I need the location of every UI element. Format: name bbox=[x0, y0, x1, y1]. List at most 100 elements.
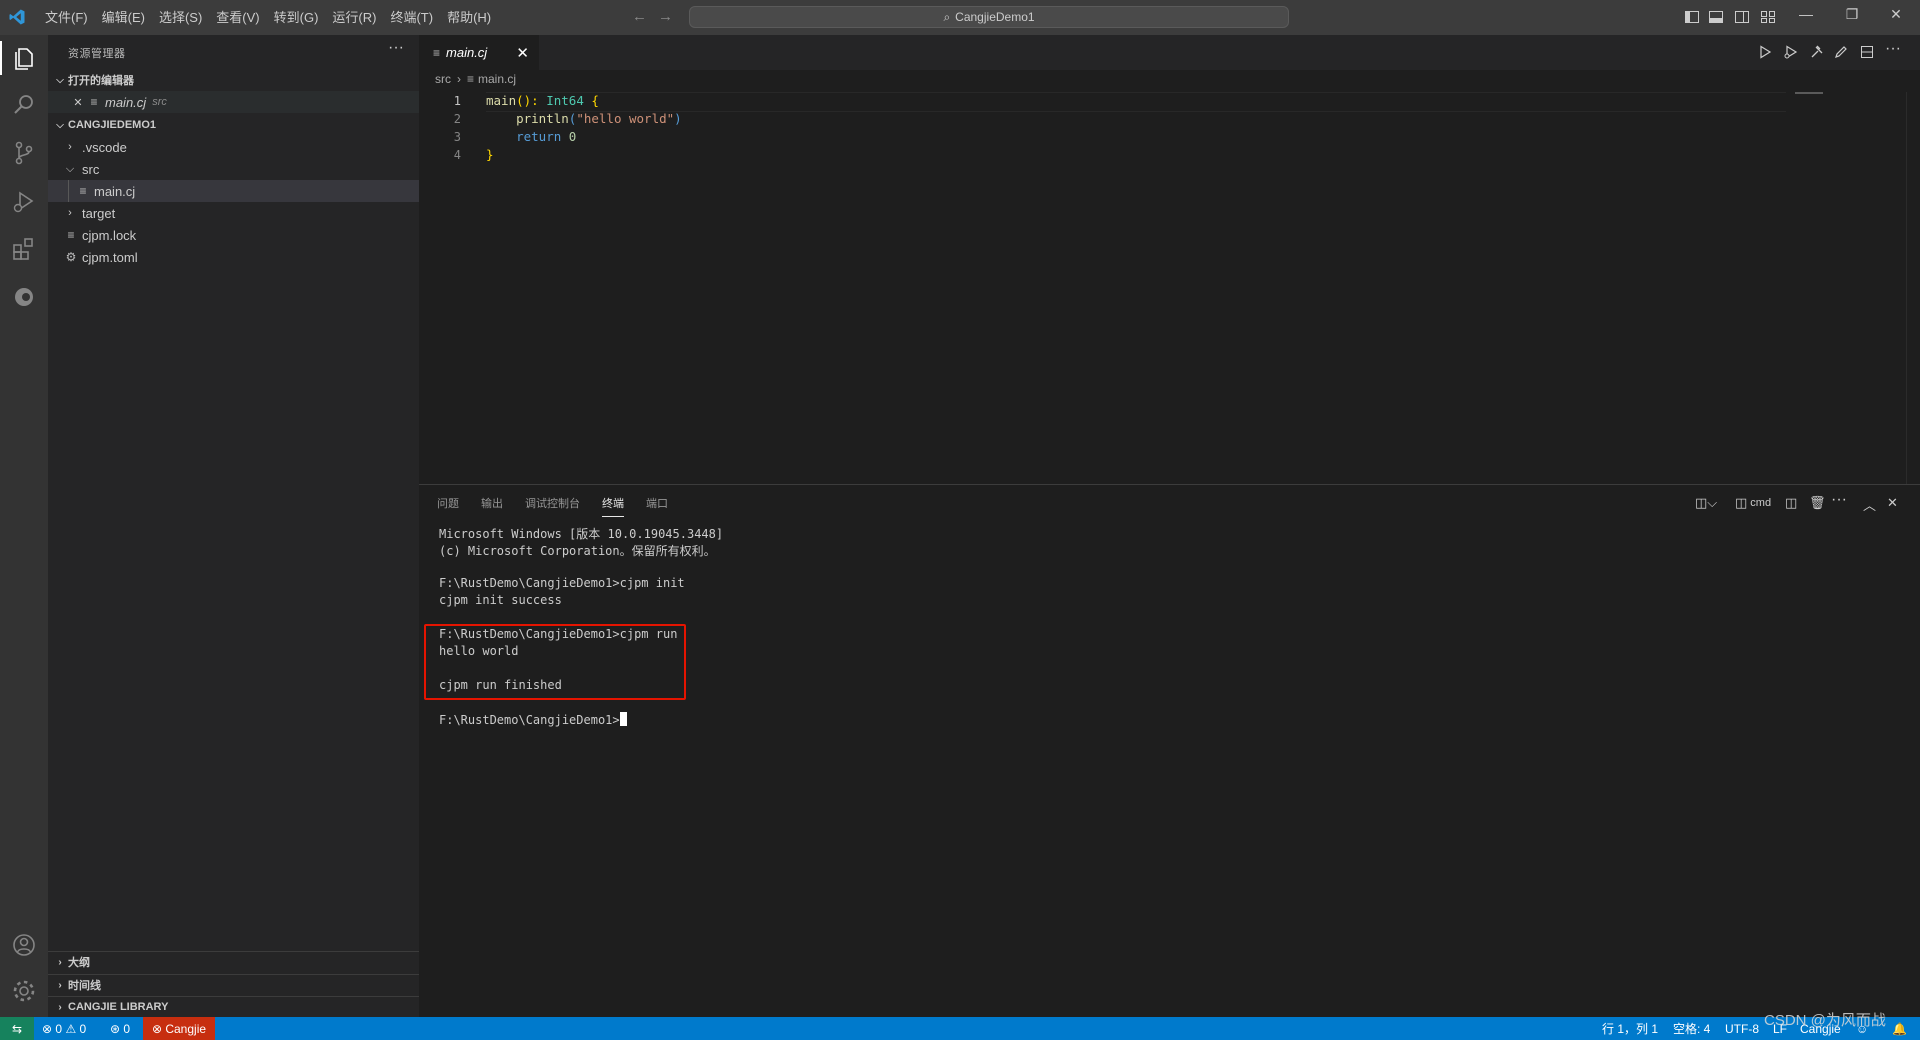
menu-go[interactable]: 转到(G) bbox=[267, 0, 326, 35]
command-center[interactable]: ⌕ CangjieDemo1 bbox=[689, 6, 1289, 28]
cangjie-extension-icon[interactable] bbox=[10, 283, 38, 311]
run-debug-icon[interactable] bbox=[10, 187, 38, 215]
tab-label: main.cj bbox=[446, 45, 488, 60]
chevron-right-icon: › bbox=[58, 979, 62, 991]
tab-debug-console[interactable]: 调试控制台 bbox=[525, 495, 580, 517]
outline-header[interactable]: › 大纲 bbox=[48, 952, 419, 972]
breadcrumb-file[interactable]: main.cj bbox=[478, 72, 516, 86]
menu-help[interactable]: 帮助(H) bbox=[440, 0, 498, 35]
tree-item-src[interactable]: ⌵ src bbox=[48, 158, 419, 180]
minimap[interactable] bbox=[1795, 92, 1823, 94]
extensions-icon[interactable] bbox=[10, 235, 38, 263]
close-icon[interactable]: ✕ bbox=[70, 96, 86, 109]
open-editor-item[interactable]: ✕ ≡ main.cj src bbox=[48, 91, 419, 113]
terminal-shell-selector[interactable]: ◫ cmd bbox=[1735, 495, 1771, 511]
ports-indicator[interactable]: ⊛ 0 bbox=[110, 1017, 130, 1040]
gear-icon[interactable] bbox=[10, 977, 38, 1005]
tab-main-cj[interactable]: ≡ main.cj ✕ bbox=[419, 35, 539, 70]
code-editor[interactable]: 1 2 3 4 main(): Int64 { println("hello w… bbox=[419, 92, 1920, 484]
toggle-primary-sidebar-icon[interactable] bbox=[1684, 9, 1700, 25]
debug-run-icon[interactable] bbox=[1783, 44, 1799, 60]
close-icon[interactable]: ✕ bbox=[516, 44, 529, 62]
title-bar: 文件(F) 编辑(E) 选择(S) 查看(V) 转到(G) 运行(R) 终端(T… bbox=[0, 0, 1920, 35]
tree-item-cjpm-lock[interactable]: ≡ cjpm.lock bbox=[48, 224, 419, 246]
tree-item-main-cj[interactable]: ≡ main.cj bbox=[48, 180, 419, 202]
restore-button[interactable]: ❐ bbox=[1832, 6, 1872, 23]
breadcrumb-folder[interactable]: src bbox=[435, 72, 451, 86]
explorer-icon[interactable] bbox=[10, 44, 38, 72]
tab-output[interactable]: 输出 bbox=[481, 495, 503, 517]
terminal-line: cjpm init success bbox=[439, 593, 562, 607]
sidebar-title: 资源管理器 bbox=[68, 48, 126, 60]
maximize-panel-icon[interactable]: ︿ bbox=[1863, 495, 1876, 514]
minimize-button[interactable]: — bbox=[1786, 6, 1826, 22]
cangjie-server-status[interactable]: ⊗ Cangjie bbox=[143, 1017, 215, 1040]
trash-icon[interactable]: 🗑 bbox=[1809, 495, 1826, 511]
more-actions-icon[interactable]: ··· bbox=[1831, 491, 1847, 509]
source-control-icon[interactable] bbox=[10, 139, 38, 167]
cursor-position[interactable]: 行 1，列 1 bbox=[1602, 1017, 1658, 1040]
close-button[interactable]: ✕ bbox=[1876, 6, 1916, 23]
indentation[interactable]: 空格: 4 bbox=[1673, 1017, 1710, 1040]
menu-selection[interactable]: 选择(S) bbox=[152, 0, 209, 35]
open-editor-desc: src bbox=[152, 96, 167, 108]
antenna-icon: ⊛ bbox=[110, 1021, 121, 1036]
remote-indicator-icon[interactable]: ⇆ bbox=[0, 1017, 34, 1040]
tab-problems[interactable]: 问题 bbox=[437, 495, 459, 517]
line-number: 1 bbox=[453, 94, 461, 108]
customize-layout-icon[interactable] bbox=[1760, 9, 1776, 25]
split-terminal-icon[interactable]: ◫ bbox=[1785, 495, 1797, 511]
problems-indicator[interactable]: ⊗ 0 ⚠ 0 bbox=[42, 1017, 86, 1040]
indent-guide bbox=[68, 180, 69, 202]
breadcrumb: src › ≡ main.cj bbox=[435, 72, 516, 86]
menu-view[interactable]: 查看(V) bbox=[209, 0, 266, 35]
chevron-down-icon: ⌵ bbox=[56, 119, 64, 131]
more-actions-icon[interactable]: ··· bbox=[1885, 40, 1901, 58]
panel-tabs: 问题 输出 调试控制台 终端 端口 bbox=[437, 495, 690, 517]
tree-item-target[interactable]: › target bbox=[48, 202, 419, 224]
tab-terminal[interactable]: 终端 bbox=[602, 495, 624, 517]
encoding[interactable]: UTF-8 bbox=[1725, 1017, 1759, 1040]
timeline-header[interactable]: › 时间线 bbox=[48, 975, 419, 995]
search-icon[interactable] bbox=[10, 91, 38, 119]
cangjie-library-header[interactable]: › CANGJIE LIBRARY bbox=[48, 997, 419, 1017]
more-actions-icon[interactable]: ··· bbox=[388, 39, 404, 57]
menu-run[interactable]: 运行(R) bbox=[325, 0, 383, 35]
menu-file[interactable]: 文件(F) bbox=[38, 0, 95, 35]
close-panel-icon[interactable]: ✕ bbox=[1887, 495, 1898, 511]
gear-icon: ⚙ bbox=[65, 250, 77, 264]
line-number: 3 bbox=[453, 130, 461, 144]
outline-label: 大纲 bbox=[68, 957, 90, 969]
toggle-secondary-sidebar-icon[interactable] bbox=[1734, 9, 1750, 25]
terminal-line: Microsoft Windows [版本 10.0.19045.3448] bbox=[439, 527, 724, 541]
file-icon: ≡ bbox=[467, 72, 475, 86]
workspace-label: CANGJIEDEMO1 bbox=[68, 119, 157, 131]
run-icon[interactable] bbox=[1757, 44, 1773, 60]
account-icon[interactable] bbox=[10, 931, 38, 959]
menu-edit[interactable]: 编辑(E) bbox=[95, 0, 152, 35]
menu-terminal[interactable]: 终端(T) bbox=[383, 0, 440, 35]
terminal-cursor bbox=[619, 712, 627, 726]
new-terminal-split-icon[interactable]: ◫⌵ bbox=[1695, 495, 1717, 511]
split-editor-icon[interactable] bbox=[1859, 44, 1875, 60]
workspace-header[interactable]: ⌵ CANGJIEDEMO1 bbox=[48, 115, 419, 135]
tree-item-cjpm-toml[interactable]: ⚙ cjpm.toml bbox=[48, 246, 419, 268]
open-editors-header[interactable]: ⌵ 打开的编辑器 bbox=[48, 70, 419, 90]
bell-icon[interactable]: 🔔 bbox=[1892, 1017, 1907, 1040]
arrow-right-icon[interactable]: → bbox=[658, 8, 673, 25]
build-hammer-icon[interactable] bbox=[1809, 44, 1825, 60]
tab-ports[interactable]: 端口 bbox=[646, 495, 668, 517]
arrow-left-icon[interactable]: ← bbox=[632, 8, 647, 25]
editor-scrollbar[interactable] bbox=[1906, 92, 1920, 484]
shell-label: cmd bbox=[1750, 497, 1772, 509]
bottom-panel: 问题 输出 调试控制台 终端 端口 ◫⌵ ◫ cmd ◫ 🗑 ··· ︿ ✕ Mi… bbox=[419, 484, 1920, 1018]
error-icon: ⊗ bbox=[151, 1021, 162, 1036]
edit-pencil-icon[interactable] bbox=[1833, 44, 1849, 60]
toggle-panel-icon[interactable] bbox=[1708, 9, 1724, 25]
file-icon: ≡ bbox=[433, 45, 441, 60]
status-bar: ⇆ ⊗ 0 ⚠ 0 ⊛ 0 ⊗ Cangjie 行 1，列 1 空格: 4 UT… bbox=[0, 1017, 1920, 1040]
code-line-4: } bbox=[486, 147, 494, 162]
tree-item-label: target bbox=[82, 205, 116, 221]
tree-item-vscode[interactable]: › .vscode bbox=[48, 136, 419, 158]
terminal-icon: ◫ bbox=[1735, 495, 1748, 510]
